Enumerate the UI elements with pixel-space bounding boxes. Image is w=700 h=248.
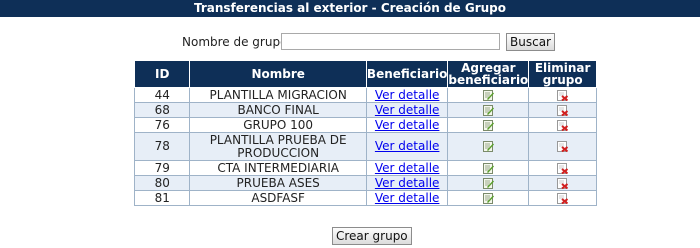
ver-detalle-link[interactable]: Ver detalle [375,118,440,132]
row-nombre: CTA INTERMEDIARIA [189,160,367,176]
col-header-agregar-line2: beneficiario [448,73,529,87]
row-agregar-cell [447,132,530,161]
row-agregar-cell [447,175,530,191]
row-agregar-cell [447,102,530,118]
row-eliminar-cell [528,102,597,118]
row-id: 81 [133,190,191,206]
ver-detalle-link[interactable]: Ver detalle [375,88,440,102]
ver-detalle-link[interactable]: Ver detalle [375,191,440,205]
table-row: 76 GRUPO 100 Ver detalle [133,117,597,133]
edit-note-icon[interactable] [482,192,494,204]
row-nombre: ASDFASF [189,190,367,206]
row-beneficiario-cell: Ver detalle [365,160,449,176]
row-eliminar-cell [528,175,597,191]
row-id: 78 [133,132,191,161]
col-header-beneficiario: Beneficiario [365,60,449,88]
col-header-agregar: Agregar beneficiario [447,60,530,88]
ver-detalle-link[interactable]: Ver detalle [375,161,440,175]
table-row: 79 CTA INTERMEDIARIA Ver detalle [133,160,597,176]
col-header-id: ID [133,60,191,88]
row-agregar-cell [447,160,530,176]
row-nombre: PRUEBA ASES [189,175,367,191]
edit-note-icon[interactable] [482,177,494,189]
delete-document-icon[interactable] [557,141,569,153]
edit-note-icon[interactable] [482,104,494,116]
group-name-input[interactable] [281,33,500,50]
table-header-row: ID Nombre Beneficiario Agregar beneficiar… [133,60,597,88]
row-id: 79 [133,160,191,176]
search-button[interactable]: Buscar [506,33,555,51]
row-nombre: BANCO FINAL [189,102,367,118]
row-beneficiario-cell: Ver detalle [365,175,449,191]
edit-note-icon[interactable] [482,89,494,101]
edit-note-icon[interactable] [482,119,494,131]
table-row: 78 PLANTILLA PRUEBA DE PRODUCCION Ver deta… [133,132,597,161]
ver-detalle-link[interactable]: Ver detalle [375,103,440,117]
edit-note-icon[interactable] [482,141,494,152]
col-header-eliminar-line2: grupo [542,73,583,87]
row-beneficiario-cell: Ver detalle [365,132,449,161]
row-beneficiario-cell: Ver detalle [365,87,449,103]
row-beneficiario-cell: Ver detalle [365,117,449,133]
row-eliminar-cell [528,160,597,176]
col-header-eliminar: Eliminar grupo [528,60,597,88]
row-nombre: PLANTILLA PRUEBA DE PRODUCCION [189,132,367,161]
page-title: Transferencias al exterior - Creación de… [0,0,700,17]
table-row: 44 PLANTILLA MIGRACION Ver detalle [133,87,597,103]
row-eliminar-cell [528,87,597,103]
delete-document-icon[interactable] [557,162,569,174]
row-agregar-cell [447,190,530,206]
search-row: Nombre de grupo: Buscar [0,33,700,51]
row-eliminar-cell [528,190,597,206]
group-name-label: Nombre de grupo: [182,35,292,49]
row-eliminar-cell [528,132,597,161]
col-header-nombre: Nombre [189,60,367,88]
row-nombre: GRUPO 100 [189,117,367,133]
row-id: 80 [133,175,191,191]
row-agregar-cell [447,117,530,133]
delete-document-icon[interactable] [557,104,569,116]
row-beneficiario-cell: Ver detalle [365,190,449,206]
delete-document-icon[interactable] [557,177,569,189]
delete-document-icon[interactable] [557,192,569,204]
create-group-button[interactable]: Crear grupo [332,227,412,245]
table-row: 80 PRUEBA ASES Ver detalle [133,175,597,191]
groups-table: ID Nombre Beneficiario Agregar beneficiar… [133,60,597,206]
ver-detalle-link[interactable]: Ver detalle [375,139,440,153]
row-beneficiario-cell: Ver detalle [365,102,449,118]
row-id: 76 [133,117,191,133]
row-id: 68 [133,102,191,118]
row-agregar-cell [447,87,530,103]
delete-document-icon[interactable] [557,119,569,131]
ver-detalle-link[interactable]: Ver detalle [375,176,440,190]
table-row: 68 BANCO FINAL Ver detalle [133,102,597,118]
row-nombre: PLANTILLA MIGRACION [189,87,367,103]
delete-document-icon[interactable] [557,89,569,101]
row-eliminar-cell [528,117,597,133]
row-id: 44 [133,87,191,103]
table-row: 81 ASDFASF Ver detalle [133,190,597,206]
edit-note-icon[interactable] [482,162,494,174]
